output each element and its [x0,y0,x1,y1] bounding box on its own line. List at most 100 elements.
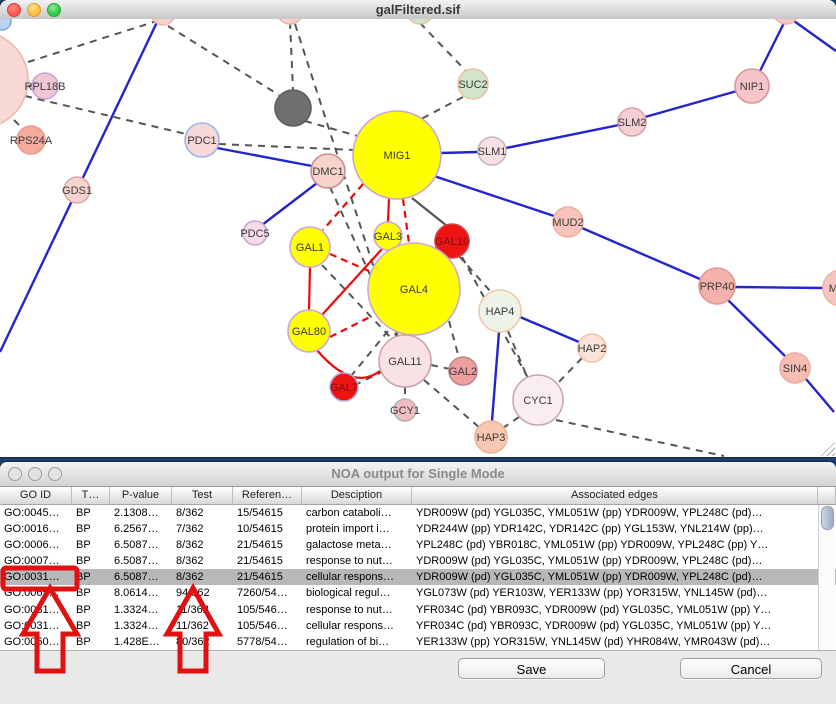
desktop: { "network_window": { "title": "galFilte… [0,0,836,704]
table-cell: BP [72,505,110,521]
table-row[interactable]: GO:0007…BP6.5087…8/36221/54615response t… [0,553,836,569]
scrollbar-thumb[interactable] [821,506,834,530]
network-edge[interactable] [556,420,724,456]
network-canvas[interactable]: RPL18BRPS24AGDS1PDC1DMC1SUC2MIG1SLM1SLM2… [0,19,836,457]
table-cell: protein import i… [302,521,412,537]
table-cell: 21/54615 [233,537,302,553]
column-header-Referen…[interactable]: Referen… [233,487,302,504]
column-header-P-value[interactable]: P-value [110,487,172,504]
network-edge[interactable] [14,120,22,128]
table-cell: 15/54615 [233,505,302,521]
table-cell: 6.2567… [110,521,172,537]
table-cell: GO:0065… [0,585,72,601]
network-edge[interactable] [449,321,459,358]
table-cell: GO:0045… [0,505,72,521]
network-edge[interactable] [582,228,700,279]
table-cell: YDR009W (pd) YGL035C, YML051W (pp) YDR00… [412,569,818,585]
network-graph[interactable]: RPL18BRPS24AGDS1PDC1DMC1SUC2MIG1SLM1SLM2… [0,19,836,457]
table-cell: 7/362 [172,521,233,537]
network-edge[interactable] [520,317,579,342]
vertical-scrollbar[interactable] [818,505,835,650]
node-unlabeled[interactable] [275,90,311,126]
network-edge[interactable] [309,267,310,310]
table-cell: 7260/54… [233,585,302,601]
table-row[interactable]: GO:0031…BP1.3324…11/362105/546…response … [0,602,836,618]
node-label: RPL18B [25,81,66,93]
node-unlabeled[interactable] [151,19,175,25]
save-button[interactable]: Save [458,658,605,679]
table-cell: galactose meta… [302,537,412,553]
cancel-button[interactable]: Cancel [680,658,822,679]
network-edge[interactable] [728,300,786,357]
table-row[interactable]: GO:0050…BP1.428E…80/3625778/54…regulatio… [0,634,836,650]
table-row[interactable]: GO:0031…BP1.3324…11/362105/546…cellular … [0,618,836,634]
network-edge[interactable] [388,199,389,222]
node-label: SUC2 [458,79,487,91]
network-edge[interactable] [412,198,447,226]
zoom-button[interactable] [47,3,61,17]
table-cell: BP [72,537,110,553]
node-label: HAP4 [486,306,515,318]
network-edge[interactable] [421,97,463,119]
column-header-Desciption[interactable]: Desciption [302,487,412,504]
network-edge[interactable] [262,183,317,225]
network-edge[interactable] [794,21,836,51]
network-edge[interactable] [735,287,823,288]
node-unlabeled[interactable] [0,19,11,30]
node-label: MIG1 [384,150,411,162]
network-edge[interactable] [503,417,519,428]
minimize-button-inactive[interactable] [28,467,42,481]
network-edge[interactable] [431,365,450,369]
table-cell: 80/362 [172,634,233,650]
network-edge[interactable] [217,148,312,166]
table-row[interactable]: GO:0016…BP6.2567…7/36210/54615protein im… [0,521,836,537]
zoom-button-inactive[interactable] [48,467,62,481]
column-header-spacer[interactable] [818,487,836,504]
close-button-inactive[interactable] [8,467,22,481]
network-edge[interactable] [645,91,737,117]
table-cell: 8/362 [172,553,233,569]
table-row[interactable]: GO:0065…BP8.0614…94/3627260/54…biologica… [0,585,836,601]
network-edge[interactable] [290,22,293,90]
table-row[interactable]: GO:0006…BP6.5087…8/36221/54615galactose … [0,537,836,553]
node-label: MSN [829,283,836,295]
column-header-T…[interactable]: T… [72,487,110,504]
table-cell: GO:0006… [0,537,72,553]
network-edge[interactable] [506,125,619,148]
node-unlabeled[interactable] [277,19,303,24]
column-header-GO ID[interactable]: GO ID [0,487,72,504]
table-row[interactable]: GO:0031…BP6.5087…8/36221/54615cellular r… [0,569,836,585]
table-row[interactable]: GO:0045…BP2.1308…8/36215/54615carbon cat… [0,505,836,521]
column-header-Test[interactable]: Test [172,487,233,504]
close-button[interactable] [7,3,21,17]
table-cell: BP [72,585,110,601]
table-cell: BP [72,569,110,585]
network-edge[interactable] [434,176,554,216]
network-edge[interactable] [508,331,528,379]
network-edge[interactable] [330,254,369,271]
network-edge[interactable] [323,184,363,230]
node-unlabeled[interactable] [407,19,433,24]
table-cell: biological regul… [302,585,412,601]
table-cell: 8/362 [172,537,233,553]
network-edge[interactable] [556,358,582,385]
table-cell: YFR034C (pd) YBR093C, YDR009W (pd) YGL03… [412,618,818,634]
node-label: GAL7 [330,382,358,394]
table-cell: 10/54615 [233,521,302,537]
network-edge[interactable] [420,23,466,71]
table-cell: 6.5087… [110,569,172,585]
column-header-Associated edges[interactable]: Associated edges [412,487,818,504]
network-edge[interactable] [492,332,499,421]
network-edge[interactable] [806,379,834,412]
table-cell: 1.3324… [110,618,172,634]
node-label: GAL80 [292,326,326,338]
network-edge[interactable] [168,26,279,95]
network-edge[interactable] [330,317,370,337]
table-cell: 105/546… [233,602,302,618]
network-edge[interactable] [403,199,409,243]
network-edge[interactable] [424,380,480,428]
network-edge[interactable] [760,23,784,71]
minimize-button[interactable] [27,3,41,17]
network-edge[interactable] [441,152,478,153]
table-bottom-border [0,650,836,651]
